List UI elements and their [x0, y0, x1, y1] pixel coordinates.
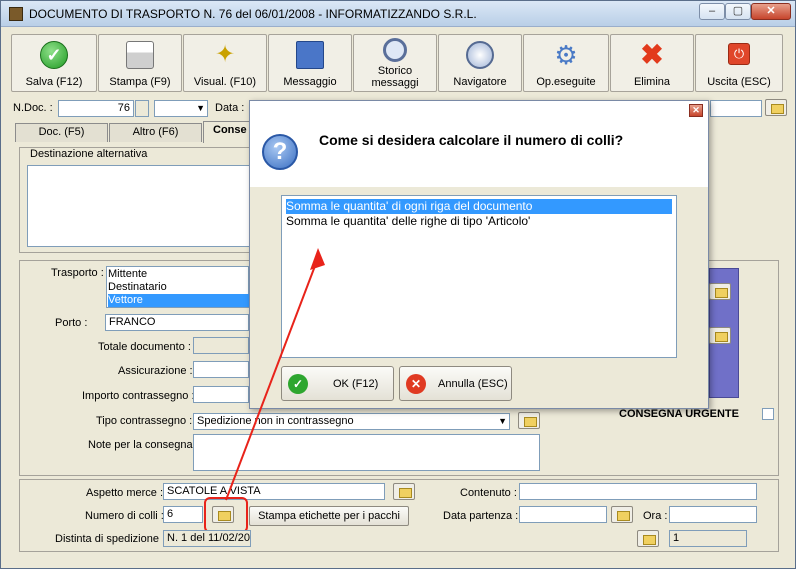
power-icon: ⏻ — [728, 43, 750, 65]
maximize-button[interactable]: ▢ — [725, 3, 751, 20]
totale-field — [193, 337, 249, 354]
gears-icon: ⚙ — [554, 40, 578, 70]
pen-letter-icon — [296, 41, 324, 69]
importo-label: Importo contrassegno : — [82, 390, 195, 402]
list-item-selected[interactable]: Somma le quantita' di ogni riga del docu… — [286, 199, 672, 214]
exit-button[interactable]: ⏻ Uscita (ESC) — [695, 34, 783, 92]
print-button[interactable]: Stampa (F9) — [98, 34, 182, 92]
series-select[interactable]: ▼ — [154, 100, 208, 117]
red-x-icon: ✕ — [406, 374, 426, 394]
magic-wand-icon: ✦ — [214, 41, 236, 68]
destination-textarea[interactable] — [27, 165, 251, 247]
data-label: Data : — [215, 102, 245, 114]
importo-field[interactable] — [193, 386, 249, 403]
navigator-button[interactable]: Navigatore — [438, 34, 522, 92]
aspetto-label: Aspetto merce : — [86, 487, 164, 499]
contenuto-field[interactable] — [519, 483, 757, 500]
ndoc-suffix-button[interactable] — [135, 100, 149, 117]
folder-icon[interactable] — [709, 327, 731, 344]
porto-field[interactable]: FRANCO — [105, 314, 249, 331]
magnifier-letter-icon — [383, 38, 407, 62]
colli-label: Numero di colli : — [85, 510, 164, 522]
dialog-title: Come si desidera calcolare il numero di … — [319, 132, 624, 148]
checkmark-icon: ✓ — [288, 374, 308, 394]
visual-button[interactable]: ✦ Visual. (F10) — [183, 34, 267, 92]
message-button[interactable]: Messaggio — [268, 34, 352, 92]
folder-icon[interactable] — [611, 506, 633, 523]
contenuto-label: Contenuto : — [460, 487, 517, 499]
chevron-down-icon: ▼ — [498, 416, 507, 426]
distinta-count-field: 1 — [669, 530, 747, 547]
highlight-box — [204, 497, 248, 533]
distinta-field: N. 1 del 11/02/2008 — [163, 530, 251, 547]
question-icon: ? — [262, 134, 298, 170]
ndoc-field[interactable]: 76 — [58, 100, 134, 117]
close-button[interactable]: ✕ — [751, 3, 791, 20]
urgent-label: CONSEGNA URGENTE — [619, 408, 739, 420]
distinta-label: Distinta di spedizione : — [55, 533, 166, 545]
assicurazione-field[interactable] — [193, 361, 249, 378]
dialog-header: ✕ ? Come si desidera calcolare il numero… — [250, 101, 708, 187]
tab-consegna[interactable]: Conse — [203, 121, 253, 143]
operations-button[interactable]: ⚙ Op.eseguite — [523, 34, 609, 92]
minimize-button[interactable]: – — [699, 3, 725, 20]
window-title: DOCUMENTO DI TRASPORTO N. 76 del 06/01/2… — [29, 7, 477, 21]
partenza-label: Data partenza : — [443, 510, 519, 522]
folder-icon[interactable] — [518, 412, 540, 429]
tipo-contrassegno-label: Tipo contrassegno : — [96, 415, 193, 427]
ora-field[interactable] — [669, 506, 757, 523]
note-label: Note per la consegna — [88, 439, 193, 451]
printer-icon — [126, 41, 154, 69]
ok-button[interactable]: ✓ OK (F12) — [281, 366, 394, 401]
app-icon — [9, 7, 23, 21]
porto-label: Porto : — [55, 317, 88, 329]
compass-icon — [466, 41, 494, 69]
destination-label: Destinazione alternativa — [30, 148, 148, 160]
ora-label: Ora : — [643, 510, 668, 522]
save-button[interactable]: ✓ Salva (F12) — [11, 34, 97, 92]
partenza-field[interactable] — [519, 506, 607, 523]
tab-doc[interactable]: Doc. (F5) — [15, 123, 108, 142]
aspetto-field[interactable]: SCATOLE A VISTA — [163, 483, 385, 500]
folder-icon[interactable] — [709, 283, 731, 300]
colli-dialog: ✕ ? Come si desidera calcolare il numero… — [249, 100, 709, 409]
list-item[interactable]: Somma le quantita' delle righe di tipo '… — [286, 214, 672, 229]
assicurazione-label: Assicurazione : — [118, 365, 193, 377]
method-listbox[interactable]: Somma le quantita' di ogni riga del docu… — [281, 195, 677, 358]
note-textarea[interactable] — [193, 434, 540, 471]
folder-icon[interactable] — [637, 530, 659, 547]
right-header-field[interactable] — [710, 100, 762, 117]
trasporto-label: Trasporto : — [51, 267, 104, 279]
dialog-close-icon[interactable]: ✕ — [689, 104, 703, 117]
ndoc-label: N.Doc. : — [13, 102, 53, 114]
chevron-down-icon: ▼ — [196, 103, 205, 113]
tab-altro[interactable]: Altro (F6) — [109, 123, 202, 142]
checkmark-icon: ✓ — [40, 41, 68, 69]
folder-icon[interactable] — [765, 99, 787, 116]
folder-icon[interactable] — [393, 483, 415, 500]
destination-panel: Destinazione alternativa — [19, 147, 255, 253]
print-labels-button[interactable]: Stampa etichette per i pacchi — [249, 506, 409, 526]
totale-label: Totale documento : — [98, 341, 191, 353]
delete-button[interactable]: ✖ Elimina — [610, 34, 694, 92]
history-messages-button[interactable]: Storico messaggi — [353, 34, 437, 92]
tipo-contrassegno-select[interactable]: Spedizione non in contrassegno ▼ — [193, 413, 510, 430]
cancel-button[interactable]: ✕ Annulla (ESC) — [399, 366, 512, 401]
toolbar: ✓ Salva (F12) Stampa (F9) ✦ Visual. (F10… — [11, 34, 783, 92]
colli-field[interactable]: 6 — [163, 506, 203, 523]
trasporto-listbox[interactable]: Mittente Destinatario Vettore — [106, 266, 494, 308]
title-bar: DOCUMENTO DI TRASPORTO N. 76 del 06/01/2… — [1, 1, 795, 27]
red-x-icon: ✖ — [640, 39, 664, 70]
urgent-checkbox[interactable] — [762, 408, 774, 420]
